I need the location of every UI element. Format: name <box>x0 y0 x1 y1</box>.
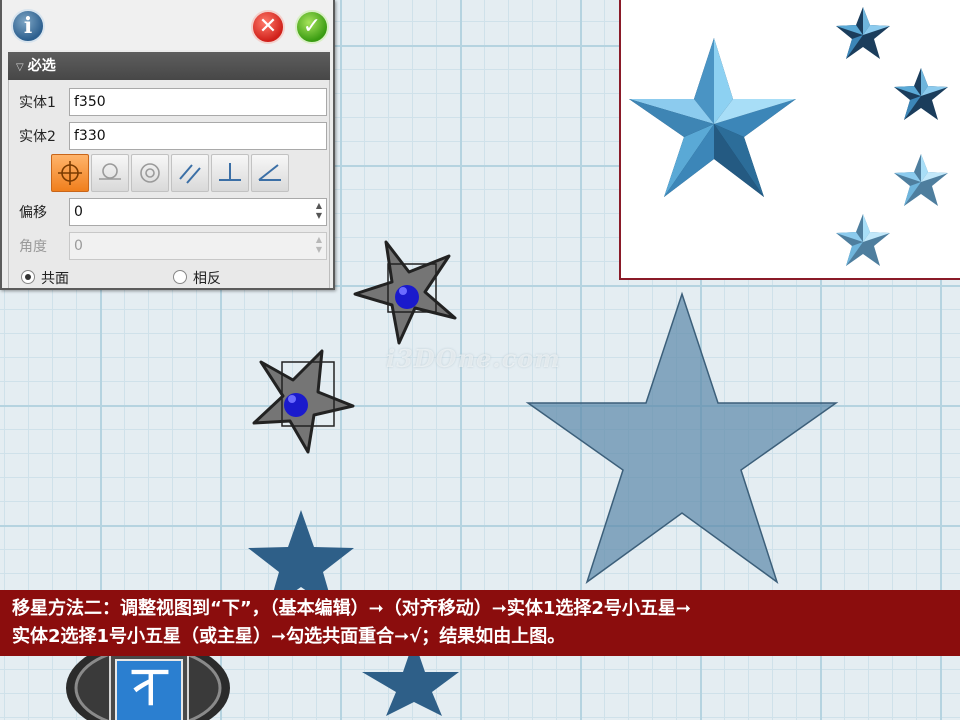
tangent-icon <box>99 163 121 180</box>
opposite-label: 相反 <box>193 271 221 287</box>
preview-stars <box>629 7 948 266</box>
entity2-label: 实体2 <box>19 129 56 145</box>
offset-field[interactable]: 0 ▲ ▼ <box>69 198 327 226</box>
coplanar-label: 共面 <box>41 271 69 287</box>
preview-small-star-4 <box>836 214 890 266</box>
angle-value: 0 <box>74 238 83 254</box>
parallel-icon <box>179 164 201 184</box>
entity1-field[interactable]: f350 <box>69 88 327 116</box>
entity1-label: 实体1 <box>19 95 56 111</box>
dialog-toolbar: i ✕ ✓ <box>2 0 333 50</box>
perpendicular-tool[interactable] <box>211 154 249 192</box>
angle-icon <box>258 164 281 181</box>
preview-small-star-2 <box>894 68 948 120</box>
preview-small-star-1 <box>836 7 890 59</box>
point-align-tool[interactable] <box>51 154 89 192</box>
watermark-text: i3DOne.com <box>386 344 561 373</box>
angle-label: 角度 <box>19 239 47 255</box>
section-title: 必选 <box>27 58 56 74</box>
preview-inset <box>619 0 960 280</box>
view-cube-face-label: 下 <box>130 665 170 711</box>
small-star-selected-2[interactable] <box>353 240 457 345</box>
concentric-tool[interactable] <box>131 154 169 192</box>
required-section-body: 实体1 f350 实体2 f330 偏移 0 ▲ ▼ 角度 0 ▲ ▼ 共面 相… <box>8 80 330 288</box>
preview-main-star <box>629 38 796 197</box>
offset-label: 偏移 <box>19 205 47 221</box>
parallel-tool[interactable] <box>171 154 209 192</box>
collapse-triangle-icon[interactable]: ▽ <box>16 62 24 73</box>
confirm-button[interactable]: ✓ <box>295 10 329 44</box>
concentric-icon <box>140 163 160 183</box>
large-star[interactable] <box>525 291 839 584</box>
entity2-field[interactable]: f330 <box>69 122 327 150</box>
point-align-icon <box>58 161 82 185</box>
coplanar-radio-dot[interactable] <box>21 270 35 284</box>
opposite-radio-dot[interactable] <box>173 270 187 284</box>
cancel-button[interactable]: ✕ <box>251 10 285 44</box>
caption-line-2: 实体2选择1号小五星（或主星）➞勾选共面重合➞√；结果如由上图。 <box>12 626 566 647</box>
angle-field: 0 ▲ ▼ <box>69 232 327 260</box>
info-button[interactable]: i <box>11 9 45 43</box>
offset-spinner-icon[interactable]: ▲ ▼ <box>316 201 322 221</box>
align-move-dialog: i ✕ ✓ ▽ 必选 实体1 f350 实体2 f330 偏移 0 ▲ ▼ 角度… <box>0 0 335 290</box>
required-section-header[interactable]: ▽ 必选 <box>8 52 330 80</box>
tangent-tool[interactable] <box>91 154 129 192</box>
small-star-selected-1[interactable] <box>252 349 355 454</box>
offset-value: 0 <box>74 204 83 220</box>
perpendicular-icon <box>219 163 241 181</box>
angle-spinner-icon: ▲ ▼ <box>315 235 322 254</box>
angle-tool[interactable] <box>251 154 289 192</box>
caption-line-1: 移星方法二：调整视图到“下”，（基本编辑）➞（对齐移动）➞实体1选择2号小五星➞ <box>12 598 691 619</box>
instruction-caption: 移星方法二：调整视图到“下”，（基本编辑）➞（对齐移动）➞实体1选择2号小五星➞… <box>0 590 960 656</box>
preview-small-star-3 <box>894 154 948 206</box>
